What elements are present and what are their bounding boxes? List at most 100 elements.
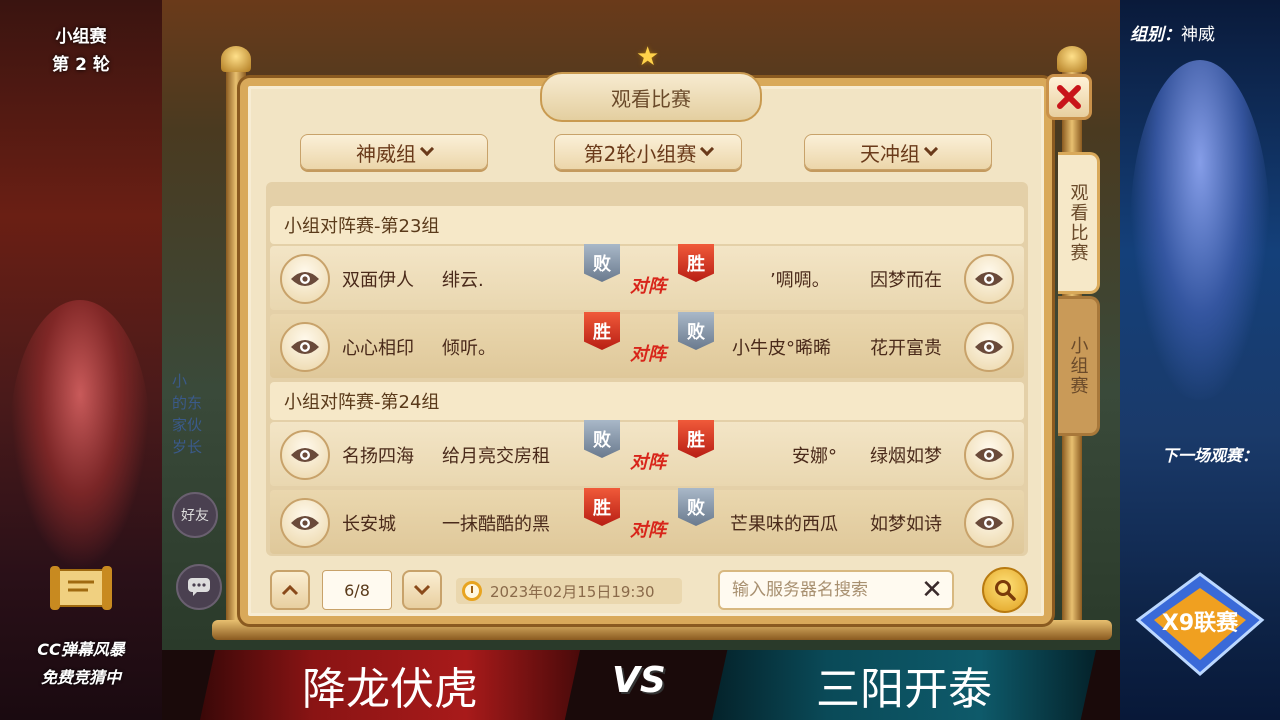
search-icon <box>995 580 1016 601</box>
group-dropdown-left[interactable]: 神威组 <box>300 134 488 170</box>
player-name: 绿烟如梦 <box>870 446 942 467</box>
frame-cap-left <box>221 46 251 72</box>
team-left-name: 降龙伏虎 <box>302 664 478 715</box>
match-time-text: 2023年02月15日19:30 <box>490 582 655 601</box>
player-name: 芒果味的西瓜 <box>730 514 838 535</box>
vs-label: 对阵 <box>630 520 666 541</box>
player-name: 因梦而在 <box>870 270 942 291</box>
eye-icon <box>291 340 319 354</box>
dropdown-label: 天冲组 <box>860 141 920 166</box>
vs-mark: VS <box>612 660 666 701</box>
dialog-title-text: 观看比赛 <box>611 86 691 111</box>
dropdown-label: 第2轮小组赛 <box>583 141 697 166</box>
player-name: 双面伊人 <box>342 270 414 291</box>
player-name: 给月亮交房租 <box>442 446 550 467</box>
vs-label: 对阵 <box>630 452 666 473</box>
result-badge: 败 <box>678 488 714 526</box>
watch-right-button[interactable] <box>964 430 1014 480</box>
svg-text:X9联赛: X9联赛 <box>1162 610 1239 636</box>
close-icon <box>1057 85 1081 109</box>
match-row: 双面伊人 绯云. 败 对阵 胜 ’啁啁。 因梦而在 <box>270 244 1024 310</box>
chat-bubble-icon[interactable] <box>176 564 222 610</box>
tab-group-stage[interactable]: 小组赛 <box>1058 296 1100 436</box>
round-dropdown[interactable]: 第2轮小组赛 <box>554 134 742 170</box>
watch-left-button[interactable] <box>280 322 330 372</box>
chevron-down-icon <box>419 141 435 157</box>
player-name: 心心相印 <box>342 338 414 359</box>
player-name: 一抹酷酷的黑 <box>442 514 550 535</box>
next-match-label: 下一场观赛： <box>1161 446 1258 465</box>
frame-cap-right <box>1057 46 1087 72</box>
group-header: 小组对阵赛-第23组 <box>270 206 1024 244</box>
team-right: 三阳开泰 <box>712 650 1096 720</box>
player-name: 安娜° <box>792 446 837 467</box>
page-indicator: 6/8 <box>322 570 392 610</box>
player-name: 绯云. <box>442 270 484 291</box>
player-name: 花开富贵 <box>870 338 942 359</box>
player-name: 如梦如诗 <box>870 514 942 535</box>
group-prefix: 组别： <box>1130 25 1181 45</box>
friends-button[interactable]: 好友 <box>172 492 218 538</box>
result-badge: 败 <box>584 244 620 282</box>
watch-right-button[interactable] <box>964 498 1014 548</box>
result-badge: 胜 <box>678 244 714 282</box>
clear-icon[interactable]: ✕ <box>918 575 946 605</box>
eye-icon <box>291 516 319 530</box>
chat-line: 岁长 <box>172 438 203 456</box>
page-down-button[interactable] <box>402 570 442 610</box>
match-row: 长安城 一抹酷酷的黑 胜 对阵 败 芒果味的西瓜 如梦如诗 <box>270 488 1024 554</box>
chat-line: 的东 <box>172 394 203 412</box>
clock-icon <box>462 581 482 601</box>
search-button[interactable] <box>982 567 1028 613</box>
group-info: 组别：神威 <box>1130 20 1266 45</box>
stage-label: 小组赛 <box>55 27 107 47</box>
tab-label: 观看比赛 <box>1067 183 1089 263</box>
eye-icon <box>975 340 1003 354</box>
character-art-right <box>1130 60 1270 400</box>
result-badge: 败 <box>584 420 620 458</box>
tab-label: 小组赛 <box>1067 336 1089 396</box>
result-badge: 胜 <box>584 488 620 526</box>
x9-league-logo: X9联赛 <box>1135 572 1265 676</box>
eye-icon <box>291 272 319 286</box>
background-chat: 小 的东 家伙 岁长 <box>172 370 232 470</box>
eye-icon <box>975 448 1003 462</box>
chevron-up-icon <box>281 584 299 596</box>
chat-line: 小 <box>172 372 188 390</box>
tab-watch-match[interactable]: 观看比赛 <box>1058 152 1100 294</box>
eye-icon <box>975 516 1003 530</box>
server-search: ✕ <box>718 570 954 610</box>
vs-label: 对阵 <box>630 344 666 365</box>
player-name: ’啁啁。 <box>770 270 830 291</box>
eye-icon <box>291 448 319 462</box>
team-left: 降龙伏虎 <box>200 650 580 720</box>
watch-left-button[interactable] <box>280 498 330 548</box>
group-value: 神威 <box>1181 25 1215 45</box>
vs-label: 对阵 <box>630 276 666 297</box>
promo-line-1: CC弹幕风暴 <box>37 640 125 659</box>
server-search-input[interactable] <box>720 572 900 608</box>
chevron-down-icon <box>413 584 431 596</box>
page-indicator-text: 6/8 <box>344 580 370 600</box>
page-up-button[interactable] <box>270 570 310 610</box>
result-badge: 败 <box>678 312 714 350</box>
chevron-down-icon <box>923 141 939 157</box>
player-name: 长安城 <box>342 514 396 535</box>
match-time: 2023年02月15日19:30 <box>456 578 682 604</box>
watch-left-button[interactable] <box>280 254 330 304</box>
chevron-down-icon <box>700 141 715 157</box>
star-icon: ★ <box>636 42 660 72</box>
match-row: 心心相印 倾听。 胜 对阵 败 小牛皮°晞晞 花开富贵 <box>270 312 1024 378</box>
player-name: 倾听。 <box>442 338 496 359</box>
character-art-left <box>10 300 150 570</box>
chat-line: 家伙 <box>172 416 203 434</box>
friends-label: 好友 <box>181 508 209 524</box>
group-dropdown-right[interactable]: 天冲组 <box>804 134 992 170</box>
player-name: 名扬四海 <box>342 446 414 467</box>
watch-right-button[interactable] <box>964 322 1014 372</box>
player-name: 小牛皮°晞晞 <box>732 338 831 359</box>
close-button[interactable] <box>1046 74 1092 120</box>
watch-left-button[interactable] <box>280 430 330 480</box>
watch-right-button[interactable] <box>964 254 1014 304</box>
scroll-icon <box>50 566 112 610</box>
